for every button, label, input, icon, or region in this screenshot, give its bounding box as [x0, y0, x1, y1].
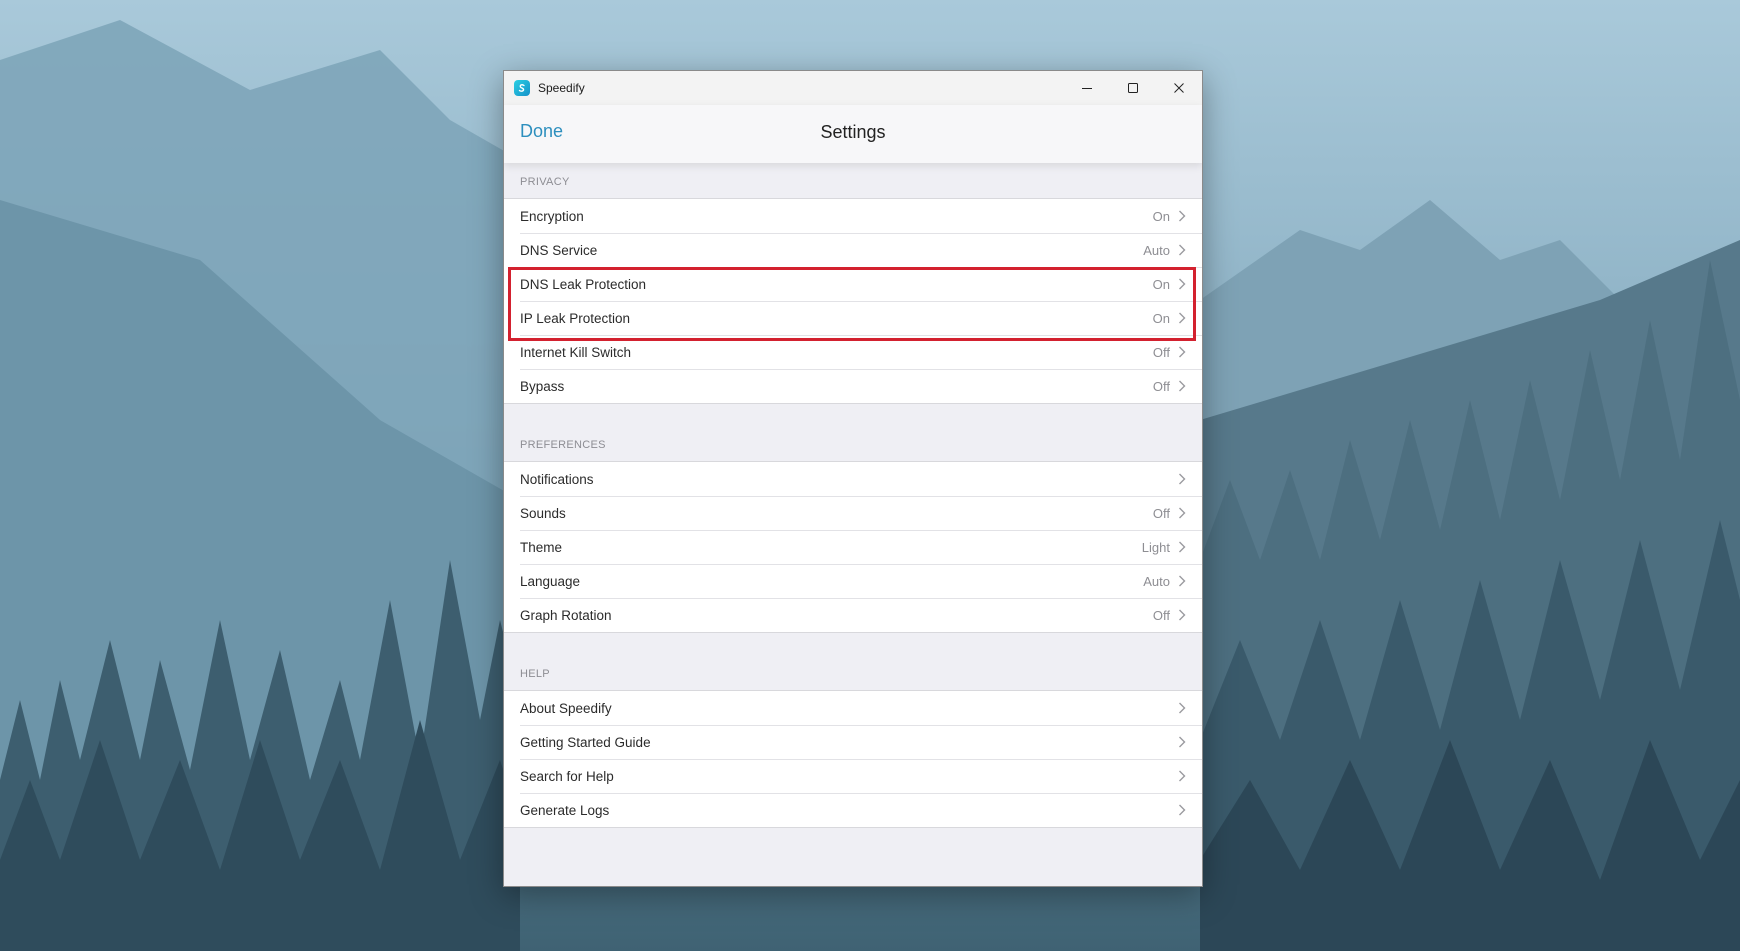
chevron-right-icon — [1178, 804, 1186, 816]
chevron-right-icon — [1178, 770, 1186, 782]
chevron-right-icon — [1178, 380, 1186, 392]
setting-value: Off — [1152, 505, 1170, 521]
window-controls — [1064, 71, 1202, 105]
setting-row-dns-service[interactable]: DNS Service Auto — [504, 233, 1202, 267]
setting-label: Language — [520, 573, 581, 589]
setting-row-search-for-help[interactable]: Search for Help — [504, 759, 1202, 793]
setting-label: Graph Rotation — [520, 607, 612, 623]
minimize-icon — [1082, 88, 1092, 89]
setting-label: Search for Help — [520, 768, 614, 784]
chevron-right-icon — [1178, 210, 1186, 222]
speedify-window: Speedify Done Settings PRIVACY Encryptio… — [503, 70, 1203, 887]
setting-label: Sounds — [520, 505, 566, 521]
setting-value: On — [1152, 276, 1170, 292]
setting-label: Theme — [520, 539, 563, 555]
setting-value: Auto — [1143, 242, 1170, 258]
minimize-button[interactable] — [1064, 71, 1110, 105]
maximize-icon — [1128, 83, 1138, 93]
section-header-preferences: PREFERENCES — [520, 439, 606, 451]
window-title: Speedify — [538, 81, 585, 95]
preferences-group: Notifications Sounds Off Theme Light Lan… — [504, 461, 1202, 633]
section-header-privacy: PRIVACY — [520, 176, 570, 188]
maximize-button[interactable] — [1110, 71, 1156, 105]
setting-label: Notifications — [520, 471, 594, 487]
settings-header: Done Settings — [504, 105, 1202, 163]
setting-label: DNS Service — [520, 242, 598, 258]
setting-label: DNS Leak Protection — [520, 276, 647, 292]
help-group: About Speedify Getting Started Guide Sea… — [504, 690, 1202, 828]
setting-row-generate-logs[interactable]: Generate Logs — [504, 793, 1202, 827]
chevron-right-icon — [1178, 312, 1186, 324]
setting-label: Getting Started Guide — [520, 734, 651, 750]
desktop: Speedify Done Settings PRIVACY Encryptio… — [0, 0, 1740, 951]
setting-row-getting-started-guide[interactable]: Getting Started Guide — [504, 725, 1202, 759]
setting-label: Encryption — [520, 208, 584, 224]
setting-label: About Speedify — [520, 700, 612, 716]
setting-row-encryption[interactable]: Encryption On — [504, 199, 1202, 233]
chevron-right-icon — [1178, 609, 1186, 621]
setting-row-ip-leak-protection[interactable]: IP Leak Protection On — [504, 301, 1202, 335]
setting-value: Light — [1141, 539, 1170, 555]
setting-value: On — [1152, 310, 1170, 326]
setting-row-notifications[interactable]: Notifications — [504, 462, 1202, 496]
setting-row-bypass[interactable]: Bypass Off — [504, 369, 1202, 403]
chevron-right-icon — [1178, 702, 1186, 714]
privacy-group: Encryption On DNS Service Auto DNS Leak … — [504, 198, 1202, 404]
chevron-right-icon — [1178, 736, 1186, 748]
chevron-right-icon — [1178, 346, 1186, 358]
title-bar[interactable]: Speedify — [504, 71, 1202, 105]
chevron-right-icon — [1178, 278, 1186, 290]
setting-value: Off — [1152, 344, 1170, 360]
settings-content: PRIVACY Encryption On DNS Service Auto D… — [504, 163, 1202, 828]
setting-row-about-speedify[interactable]: About Speedify — [504, 691, 1202, 725]
setting-row-dns-leak-protection[interactable]: DNS Leak Protection On — [504, 267, 1202, 301]
setting-row-graph-rotation[interactable]: Graph Rotation Off — [504, 598, 1202, 632]
speedify-logo-icon — [514, 80, 530, 96]
setting-value: Auto — [1143, 573, 1170, 589]
setting-label: Generate Logs — [520, 802, 610, 818]
section-header-help: HELP — [520, 668, 550, 680]
setting-row-language[interactable]: Language Auto — [504, 564, 1202, 598]
chevron-right-icon — [1178, 507, 1186, 519]
chevron-right-icon — [1178, 244, 1186, 256]
setting-value: On — [1152, 208, 1170, 224]
setting-row-sounds[interactable]: Sounds Off — [504, 496, 1202, 530]
setting-label: Bypass — [520, 378, 565, 394]
setting-row-internet-kill-switch[interactable]: Internet Kill Switch Off — [504, 335, 1202, 369]
setting-label: Internet Kill Switch — [520, 344, 632, 360]
close-button[interactable] — [1156, 71, 1202, 105]
setting-value: Off — [1152, 607, 1170, 623]
setting-label: IP Leak Protection — [520, 310, 631, 326]
close-icon — [1174, 83, 1184, 93]
setting-row-theme[interactable]: Theme Light — [504, 530, 1202, 564]
page-title: Settings — [820, 122, 886, 142]
chevron-right-icon — [1178, 541, 1186, 553]
setting-value: Off — [1152, 378, 1170, 394]
chevron-right-icon — [1178, 575, 1186, 587]
chevron-right-icon — [1178, 473, 1186, 485]
